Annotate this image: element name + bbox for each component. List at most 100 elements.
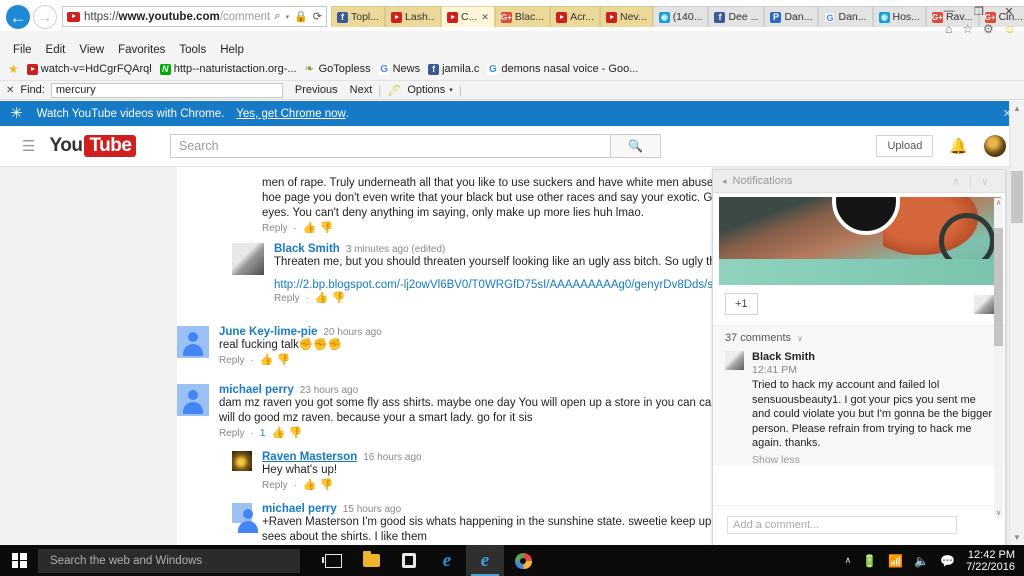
favorites-star-icon[interactable]: ☆: [962, 22, 973, 36]
thumbs-down-icon[interactable]: 👎: [332, 293, 346, 304]
battery-icon[interactable]: 🔋: [862, 555, 877, 567]
paint-icon[interactable]: [504, 545, 542, 576]
microsoft-edge-icon[interactable]: e: [428, 545, 466, 576]
browser-tab-10[interactable]: e Hos...: [872, 6, 926, 27]
reply-button[interactable]: Reply: [219, 355, 245, 366]
browser-tab-1[interactable]: Lash...: [385, 6, 442, 27]
notifications-scroll-area[interactable]: +1 37 comments ∨ Black Smith 12:41 PM Tr…: [713, 193, 1005, 545]
browser-tab-8[interactable]: P Dan...: [764, 6, 819, 27]
home-icon[interactable]: ⌂: [945, 22, 952, 36]
browser-tab-3[interactable]: G+ Blac...: [494, 6, 551, 27]
thumbs-up-icon[interactable]: 👍: [303, 480, 317, 491]
browser-tab-0[interactable]: f Topl...: [331, 6, 386, 27]
back-button[interactable]: ←: [6, 5, 30, 29]
panel-next-button[interactable]: ∨: [971, 175, 999, 188]
favorite-item-3[interactable]: G News: [378, 63, 420, 75]
search-icon[interactable]: ⌕: [274, 10, 280, 23]
find-next-button[interactable]: Next: [350, 84, 373, 96]
thumbs-down-icon[interactable]: 👎: [288, 428, 302, 439]
user-avatar[interactable]: [984, 135, 1006, 157]
plus-one-button[interactable]: +1: [725, 293, 758, 315]
find-close-icon[interactable]: ✕: [6, 85, 14, 96]
browser-tab-6[interactable]: e (140...: [652, 6, 709, 27]
file-explorer-icon[interactable]: [352, 545, 390, 576]
volume-icon[interactable]: 🔈: [914, 555, 929, 567]
upload-button[interactable]: Upload: [876, 135, 934, 157]
menu-view[interactable]: View: [72, 44, 111, 56]
refresh-icon[interactable]: ⟳: [313, 10, 322, 23]
scroll-up-icon[interactable]: ▲: [1010, 101, 1024, 116]
browser-tab-2-active[interactable]: C... ✕: [441, 6, 495, 27]
browser-tab-4[interactable]: Acr...: [550, 6, 601, 27]
favorite-item-4[interactable]: f jamila.c: [428, 63, 479, 75]
chevron-down-icon[interactable]: ∨: [797, 334, 803, 343]
start-button[interactable]: [0, 545, 38, 576]
avatar[interactable]: [232, 243, 264, 275]
commenter-avatar[interactable]: [974, 294, 995, 314]
search-button[interactable]: 🔍: [611, 134, 661, 158]
find-options-button[interactable]: Options: [407, 84, 445, 96]
menu-help[interactable]: Help: [213, 44, 251, 56]
scrollbar-thumb[interactable]: [1011, 171, 1023, 223]
microsoft-store-icon[interactable]: [390, 545, 428, 576]
avatar[interactable]: [232, 503, 258, 533]
wifi-icon[interactable]: 📶: [888, 555, 903, 567]
task-view-icon[interactable]: [314, 545, 352, 576]
get-chrome-link[interactable]: Yes, get Chrome now: [236, 108, 346, 120]
chevron-down-icon[interactable]: ▾: [286, 13, 290, 21]
search-input[interactable]: Search: [170, 134, 611, 158]
menu-tools[interactable]: Tools: [172, 44, 213, 56]
favorite-item-1[interactable]: Nhttp--naturistaction.org-...: [159, 63, 297, 75]
post-image[interactable]: [719, 197, 1001, 285]
comment-link[interactable]: http://2.bp.blogspot.com/-lj2owVl6BV0/T0…: [274, 279, 712, 291]
comment-author[interactable]: michael perry: [219, 384, 294, 396]
thumbs-down-icon[interactable]: 👎: [277, 355, 291, 366]
panel-prev-button[interactable]: ∧: [942, 175, 970, 188]
find-input[interactable]: mercury: [50, 82, 283, 98]
internet-explorer-icon[interactable]: e: [466, 545, 504, 576]
reply-button[interactable]: Reply: [262, 223, 288, 234]
avatar[interactable]: [725, 351, 744, 370]
menu-file[interactable]: File: [6, 44, 39, 56]
page-scrollbar[interactable]: ▲ ▼: [1009, 101, 1024, 545]
favorite-item-0[interactable]: watch-v=HdCgrFQArql: [26, 63, 152, 75]
favorite-item-5[interactable]: Gdemons nasal voice - Goo...: [487, 63, 638, 75]
reply-button[interactable]: Reply: [219, 428, 245, 439]
tab-close-icon[interactable]: ✕: [481, 12, 489, 23]
menu-favorites[interactable]: Favorites: [111, 44, 172, 56]
back-arrow-icon[interactable]: ◂: [722, 176, 727, 187]
avatar[interactable]: [177, 384, 209, 416]
thumbs-down-icon[interactable]: 👎: [320, 223, 334, 234]
show-less-link[interactable]: Show less: [752, 454, 993, 466]
add-comment-input[interactable]: Add a comment...: [727, 516, 957, 534]
thumbs-up-icon[interactable]: 👍: [315, 293, 329, 304]
avatar[interactable]: [232, 451, 252, 471]
avatar[interactable]: [177, 326, 209, 358]
panel-scrollbar[interactable]: ∧ ∨: [994, 198, 1003, 518]
find-previous-button[interactable]: Previous: [295, 84, 338, 96]
favorites-star-icon[interactable]: ★: [8, 63, 19, 75]
clock[interactable]: 12:42 PM 7/22/2016: [966, 549, 1015, 573]
show-hidden-icons-icon[interactable]: ∧: [845, 555, 852, 566]
scroll-up-icon[interactable]: ∧: [994, 198, 1003, 208]
browser-tab-9[interactable]: G Dan...: [818, 6, 873, 27]
menu-edit[interactable]: Edit: [39, 44, 73, 56]
highlighter-icon[interactable]: 🖊: [387, 84, 401, 97]
reply-button[interactable]: Reply: [274, 293, 300, 304]
chevron-down-icon[interactable]: ▾: [449, 86, 453, 94]
youtube-logo[interactable]: You Tube: [49, 135, 137, 157]
restore-button[interactable]: ❐: [964, 0, 994, 22]
comment-count-row[interactable]: 37 comments ∨: [713, 325, 1005, 348]
browser-tab-7[interactable]: f Dee ...: [708, 6, 765, 27]
comment-author[interactable]: Black Smith: [274, 243, 340, 255]
comment-author[interactable]: Black Smith: [752, 351, 993, 363]
browser-tab-5[interactable]: Nev...: [600, 6, 653, 27]
scroll-down-icon[interactable]: ∨: [994, 508, 1003, 518]
favorite-item-2[interactable]: ❧ GoTopless: [305, 63, 371, 75]
thumbs-up-icon[interactable]: 👍: [271, 428, 285, 439]
minimize-button[interactable]: —: [934, 0, 964, 22]
scrollbar-thumb[interactable]: [994, 228, 1003, 346]
action-center-icon[interactable]: 💬: [940, 555, 955, 567]
close-button[interactable]: ✕: [994, 0, 1024, 22]
comment-author[interactable]: michael perry: [262, 503, 337, 515]
